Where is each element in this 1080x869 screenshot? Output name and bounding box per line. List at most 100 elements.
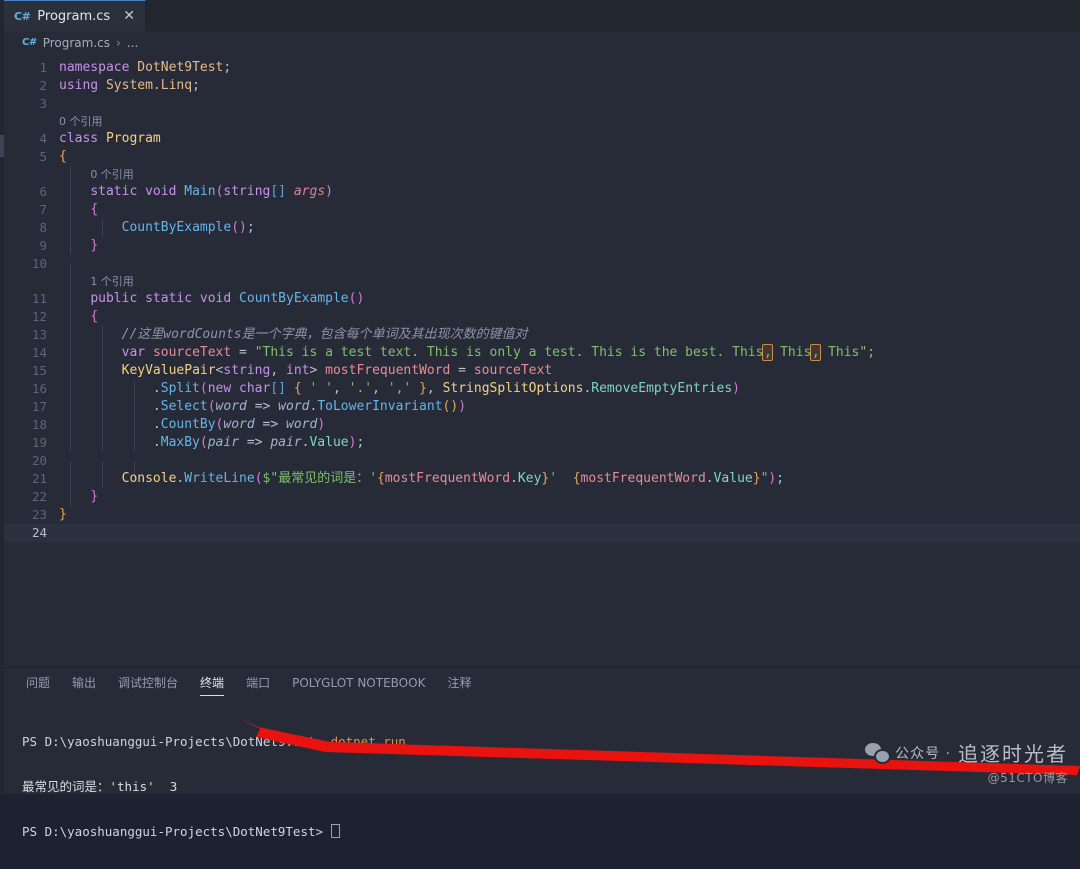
breadcrumb-ellipsis[interactable]: ...	[127, 36, 138, 50]
panel-tab-comments[interactable]: 注释	[447, 674, 471, 696]
token-char-literal: ','	[387, 381, 412, 396]
code-row: 22 }	[0, 488, 1080, 506]
token-type: Console	[121, 471, 177, 486]
token-comment: //这里wordCounts是一个字典，包含每个单词及其出现次数的键值对	[121, 327, 528, 342]
indent-guide	[70, 237, 71, 255]
token-method-call: Select	[160, 399, 208, 414]
code-row: 17 .Select(word => word.ToLowerInvariant…	[0, 398, 1080, 416]
line-number: 7	[39, 202, 47, 217]
token-variable: mostFrequentWord	[325, 363, 451, 378]
terminal-line-output: 最常见的词是：'this' 3	[22, 779, 1080, 794]
token-keyword: class	[59, 131, 99, 146]
code-row: 23 }	[0, 506, 1080, 524]
indent-guide	[70, 326, 71, 344]
editor-tab-program-cs[interactable]: C# Program.cs ✕	[0, 0, 146, 31]
activity-bar-edge	[0, 0, 4, 794]
indent-guide	[70, 434, 71, 452]
bottom-panel: 问题 输出 调试控制台 终端 端口 POLYGLOT NOTEBOOK 注释 P…	[0, 667, 1080, 839]
token-namespace-name: System.Linq	[105, 78, 193, 93]
line-number: 9	[39, 238, 47, 253]
token-variable: sourceText	[473, 363, 553, 378]
indent-guide	[70, 416, 71, 434]
code-row: 11 public static void CountByExample()	[0, 290, 1080, 308]
indent-guide	[70, 272, 71, 291]
token-type: KeyValuePair	[121, 363, 216, 378]
code-line-15: KeyValuePair<string, int> mostFrequentWo…	[59, 362, 1080, 380]
indent-guide	[102, 416, 103, 434]
panel-tab-debug-console[interactable]: 调试控制台	[118, 674, 178, 696]
codelens-references[interactable]: 0 个引用	[90, 168, 134, 181]
code-line-5: {	[59, 149, 67, 164]
token-method-name: CountByExample	[239, 291, 349, 306]
token-local: pair	[207, 435, 240, 450]
panel-tab-polyglot-notebook[interactable]: POLYGLOT NOTEBOOK	[292, 676, 425, 695]
token-local: pair	[270, 435, 302, 450]
vscode-window: C# Program.cs ✕ C# Program.cs › ... 1 na…	[0, 0, 1080, 839]
codelens-row: 0 个引用	[0, 113, 1080, 130]
line-number: 4	[39, 131, 47, 146]
line-number: 2	[39, 78, 47, 93]
indent-guide	[70, 398, 71, 416]
code-line-18: .CountBy(word => word)	[59, 416, 1080, 434]
token-interp-prefix: $"	[262, 471, 279, 486]
line-number: 19	[31, 435, 47, 450]
token-method-call: Split	[160, 381, 200, 396]
token-property: Value	[713, 471, 753, 486]
csharp-file-icon: C#	[14, 9, 31, 23]
indent-guide	[102, 398, 103, 416]
token-keyword: new	[207, 381, 232, 396]
token-keyword: int	[286, 363, 310, 378]
indent-guide	[102, 362, 103, 380]
line-number: 13	[31, 327, 47, 342]
code-line-13: //这里wordCounts是一个字典，包含每个单词及其出现次数的键值对	[59, 326, 1080, 344]
indent-guide	[102, 434, 103, 452]
line-number: 5	[39, 149, 47, 164]
line-number: 17	[31, 399, 47, 414]
code-row: 5 {	[0, 148, 1080, 166]
indent-guide	[134, 398, 135, 416]
panel-tab-terminal[interactable]: 终端	[200, 674, 225, 696]
breadcrumb-file[interactable]: Program.cs	[43, 36, 110, 50]
csharp-file-icon: C#	[22, 37, 37, 48]
token-keyword: namespace	[59, 60, 130, 75]
terminal-result: 最常见的词是：'this' 3	[22, 779, 178, 794]
line-number: 18	[31, 417, 47, 432]
panel-tab-output[interactable]: 输出	[72, 674, 96, 696]
indent-guide	[102, 219, 103, 237]
close-icon[interactable]: ✕	[123, 9, 135, 23]
code-editor[interactable]: 1 namespace DotNet9Test; 2 using System.…	[0, 54, 1080, 667]
indent-guide	[102, 380, 103, 398]
panel-tab-problems[interactable]: 问题	[26, 674, 50, 696]
indent-guide	[70, 219, 71, 237]
code-row: 12 {	[0, 308, 1080, 326]
terminal-cursor	[330, 824, 340, 838]
code-row: 7 {	[0, 201, 1080, 219]
token-local: word	[223, 417, 255, 432]
indent-guide	[70, 470, 71, 488]
terminal-prompt: PS D:\yaoshuanggui-Projects\DotNet9Test>	[22, 824, 331, 839]
code-line-8: CountByExample();	[59, 219, 1080, 237]
token-char-literal: ' '	[309, 381, 333, 396]
token-enum-member: RemoveEmptyEntries	[591, 381, 733, 396]
codelens-references[interactable]: 0 个引用	[59, 115, 103, 128]
indent-guide	[70, 488, 71, 506]
token-variable: mostFrequentWord	[580, 471, 706, 486]
code-row: 6 static void Main(string[] args)	[0, 183, 1080, 201]
line-number: 24	[31, 525, 47, 540]
line-number-spacer	[0, 166, 59, 184]
token-method-call: WriteLine	[184, 471, 255, 486]
editor-scrollbar[interactable]	[1070, 54, 1080, 667]
terminal-output[interactable]: PS D:\yaoshuanggui-Projects\DotNet9Test>…	[0, 702, 1080, 869]
line-number: 3	[39, 96, 47, 111]
panel-tab-ports[interactable]: 端口	[246, 674, 270, 696]
token-namespace-name: DotNet9Test	[137, 60, 224, 75]
codelens-references[interactable]: 1 个引用	[90, 275, 134, 288]
code-row: 1 namespace DotNet9Test;	[0, 59, 1080, 77]
line-number: 15	[31, 363, 47, 378]
line-number: 23	[31, 507, 47, 522]
token-method-call: CountBy	[160, 417, 216, 432]
token-method-call: ToLowerInvariant	[317, 399, 443, 414]
code-row: 20	[0, 452, 1080, 479]
token-local: word	[215, 399, 247, 414]
code-line-11: public static void CountByExample()	[59, 290, 1080, 308]
